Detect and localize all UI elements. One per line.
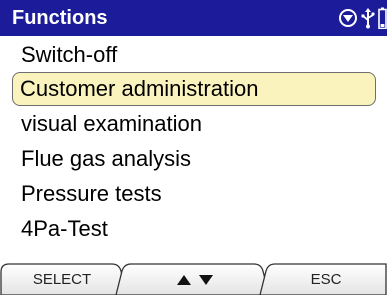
menu-item-customer-administration[interactable]: Customer administration — [12, 72, 376, 106]
menu-item-visual-examination[interactable]: visual examination — [12, 107, 376, 141]
navigate-softkey[interactable] — [124, 262, 265, 295]
status-icons — [338, 4, 387, 32]
menu-item-pressure-tests[interactable]: Pressure tests — [12, 177, 376, 211]
page-title: Functions — [12, 7, 108, 29]
arrow-down-icon — [198, 275, 213, 285]
select-softkey[interactable]: SELECT — [0, 262, 124, 295]
menu-item-switch-off[interactable]: Switch-off — [12, 38, 376, 72]
arrow-up-icon — [176, 275, 191, 285]
function-menu: Switch-off Customer administration visua… — [0, 36, 387, 254]
menu-item-4pa-test[interactable]: 4Pa-Test — [12, 212, 376, 246]
device-screen: Functions Switch-off Customer administra… — [0, 0, 387, 295]
esc-softkey[interactable]: ESC — [265, 262, 387, 295]
usb-icon — [361, 8, 375, 29]
navigation-down-icon — [339, 9, 357, 27]
battery-icon — [378, 7, 387, 29]
menu-item-flue-gas-analysis[interactable]: Flue gas analysis — [12, 142, 376, 176]
title-bar: Functions — [0, 0, 387, 36]
softkey-bar: SELECT ESC — [0, 262, 387, 295]
